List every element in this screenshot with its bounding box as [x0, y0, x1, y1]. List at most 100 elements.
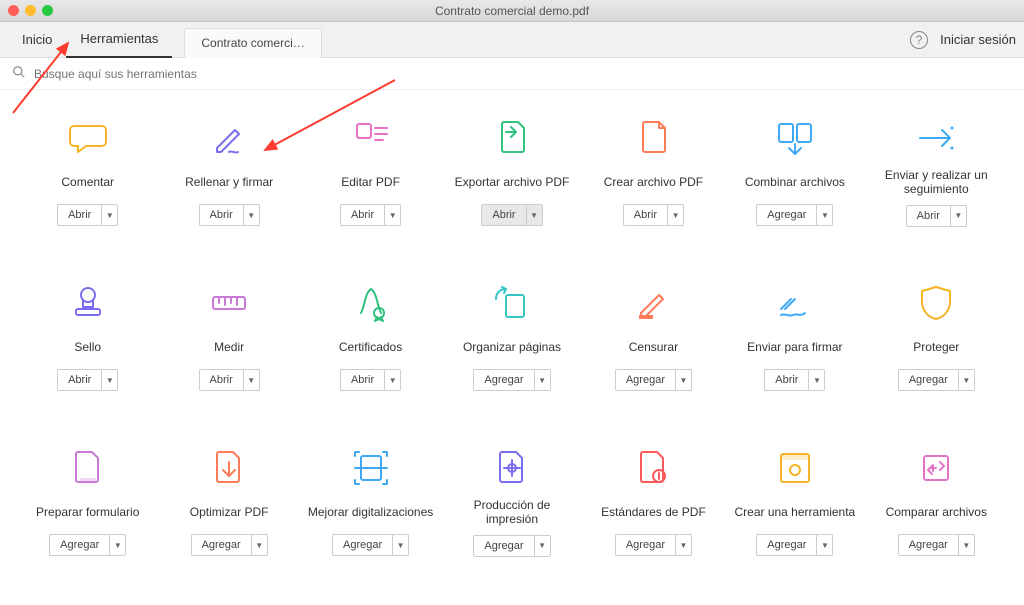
- organize-icon: [492, 283, 532, 323]
- help-icon[interactable]: ?: [910, 31, 928, 49]
- chevron-down-icon[interactable]: ▼: [816, 205, 832, 225]
- tool-action-label: Agregar: [474, 370, 533, 390]
- chevron-down-icon[interactable]: ▼: [101, 205, 117, 225]
- tool-action-button[interactable]: Agregar▼: [756, 534, 833, 556]
- chevron-down-icon[interactable]: ▼: [251, 535, 267, 555]
- chevron-down-icon[interactable]: ▼: [958, 535, 974, 555]
- tool-edit[interactable]: Editar PDFAbrir▼: [303, 110, 438, 265]
- chevron-down-icon[interactable]: ▼: [384, 370, 400, 390]
- tool-standards[interactable]: Estándares de PDF Agregar▼: [586, 440, 721, 595]
- tool-action-button[interactable]: Abrir▼: [340, 204, 401, 226]
- tool-label: Enviar para firmar: [743, 333, 846, 361]
- tool-label: Crear una herramienta: [730, 498, 859, 526]
- tool-action-button[interactable]: Abrir▼: [764, 369, 825, 391]
- chevron-down-icon[interactable]: ▼: [675, 370, 691, 390]
- tool-combine[interactable]: Combinar archivos Agregar▼: [727, 110, 862, 265]
- tool-send[interactable]: Enviar y realizar un seguimiento Abrir▼: [869, 110, 1004, 265]
- search-input[interactable]: [34, 67, 334, 81]
- chevron-down-icon[interactable]: ▼: [109, 535, 125, 555]
- tab-home[interactable]: Inicio: [8, 22, 66, 58]
- tool-label: Enviar y realizar un seguimiento: [869, 168, 1004, 197]
- tool-action-button[interactable]: Agregar▼: [191, 534, 268, 556]
- signin-link[interactable]: Iniciar sesión: [940, 32, 1016, 47]
- tool-action-button[interactable]: Agregar▼: [615, 534, 692, 556]
- fillsign-icon: [209, 118, 249, 158]
- chevron-down-icon[interactable]: ▼: [675, 535, 691, 555]
- tool-action-label: Agregar: [757, 535, 816, 555]
- tab-tools[interactable]: Herramientas: [66, 22, 172, 58]
- tool-sendsign[interactable]: Enviar para firmar Abrir▼: [727, 275, 862, 430]
- tool-label: Medir: [210, 333, 248, 361]
- tab-document[interactable]: Contrato comerci…: [184, 28, 321, 58]
- tool-stamp[interactable]: SelloAbrir▼: [20, 275, 155, 430]
- tool-action-button[interactable]: Abrir▼: [906, 205, 967, 227]
- tool-export[interactable]: Exportar archivo PDF Abrir▼: [444, 110, 579, 265]
- tool-label: Estándares de PDF: [597, 498, 710, 526]
- tool-label: Comparar archivos: [882, 498, 991, 526]
- tool-action-button[interactable]: Abrir▼: [57, 204, 118, 226]
- tool-action-button[interactable]: Abrir▼: [340, 369, 401, 391]
- tool-action-button[interactable]: Agregar▼: [615, 369, 692, 391]
- tool-label: Organizar páginas: [459, 333, 565, 361]
- createtool-icon: [775, 448, 815, 488]
- tool-action-button[interactable]: Abrir▼: [57, 369, 118, 391]
- chevron-down-icon[interactable]: ▼: [534, 536, 550, 556]
- tool-print[interactable]: Producción de impresiónAgregar▼: [444, 440, 579, 595]
- tool-protect[interactable]: ProtegerAgregar▼: [869, 275, 1004, 430]
- tool-action-label: Agregar: [757, 205, 816, 225]
- tool-measure[interactable]: Medir Abrir▼: [161, 275, 296, 430]
- protect-icon: [916, 283, 956, 323]
- chevron-down-icon[interactable]: ▼: [243, 205, 259, 225]
- tool-action-button[interactable]: Abrir▼: [481, 204, 542, 226]
- tool-action-button[interactable]: Abrir▼: [199, 204, 260, 226]
- tool-redact[interactable]: CensurarAgregar▼: [586, 275, 721, 430]
- chevron-down-icon[interactable]: ▼: [534, 370, 550, 390]
- tool-label: Exportar archivo PDF: [451, 168, 574, 196]
- tool-action-label: Abrir: [200, 370, 243, 390]
- chevron-down-icon[interactable]: ▼: [243, 370, 259, 390]
- tool-action-label: Abrir: [624, 205, 667, 225]
- tool-action-button[interactable]: Agregar▼: [49, 534, 126, 556]
- compare-icon: [916, 448, 956, 488]
- tool-create[interactable]: Crear archivo PDFAbrir▼: [586, 110, 721, 265]
- tool-comment[interactable]: Comentar Abrir▼: [20, 110, 155, 265]
- send-icon: [916, 118, 956, 158]
- comment-icon: [68, 118, 108, 158]
- tool-scan[interactable]: Mejorar digitalizacionesAgregar▼: [303, 440, 438, 595]
- tool-action-button[interactable]: Agregar▼: [332, 534, 409, 556]
- tool-organize[interactable]: Organizar páginas Agregar▼: [444, 275, 579, 430]
- chevron-down-icon[interactable]: ▼: [526, 205, 542, 225]
- tool-action-label: Abrir: [482, 205, 525, 225]
- tool-action-button[interactable]: Abrir▼: [199, 369, 260, 391]
- tool-label: Preparar formulario: [32, 498, 143, 526]
- tool-action-label: Agregar: [50, 535, 109, 555]
- tool-action-button[interactable]: Agregar▼: [898, 534, 975, 556]
- tool-form[interactable]: Preparar formulario Agregar▼: [20, 440, 155, 595]
- combine-icon: [775, 118, 815, 158]
- tool-action-label: Abrir: [58, 370, 101, 390]
- chevron-down-icon[interactable]: ▼: [101, 370, 117, 390]
- tool-action-button[interactable]: Agregar▼: [473, 535, 550, 557]
- chevron-down-icon[interactable]: ▼: [950, 206, 966, 226]
- tool-label: Combinar archivos: [741, 168, 849, 196]
- tool-action-button[interactable]: Agregar▼: [898, 369, 975, 391]
- tools-grid: ComentarAbrir▼Rellenar y firmarAbrir▼Edi…: [0, 90, 1024, 605]
- stamp-icon: [68, 283, 108, 323]
- tool-action-label: Abrir: [341, 370, 384, 390]
- search-bar: [0, 58, 1024, 90]
- chevron-down-icon[interactable]: ▼: [808, 370, 824, 390]
- chevron-down-icon[interactable]: ▼: [384, 205, 400, 225]
- chevron-down-icon[interactable]: ▼: [816, 535, 832, 555]
- chevron-down-icon[interactable]: ▼: [392, 535, 408, 555]
- tool-cert[interactable]: CertificadosAbrir▼: [303, 275, 438, 430]
- tool-compare[interactable]: Comparar archivos Agregar▼: [869, 440, 1004, 595]
- tool-label: Comentar: [57, 168, 118, 196]
- chevron-down-icon[interactable]: ▼: [958, 370, 974, 390]
- tool-action-button[interactable]: Agregar▼: [756, 204, 833, 226]
- tool-fillsign[interactable]: Rellenar y firmarAbrir▼: [161, 110, 296, 265]
- chevron-down-icon[interactable]: ▼: [667, 205, 683, 225]
- tool-optimize[interactable]: Optimizar PDFAgregar▼: [161, 440, 296, 595]
- tool-createtool[interactable]: Crear una herramienta Agregar▼: [727, 440, 862, 595]
- tool-action-button[interactable]: Agregar▼: [473, 369, 550, 391]
- tool-action-button[interactable]: Abrir▼: [623, 204, 684, 226]
